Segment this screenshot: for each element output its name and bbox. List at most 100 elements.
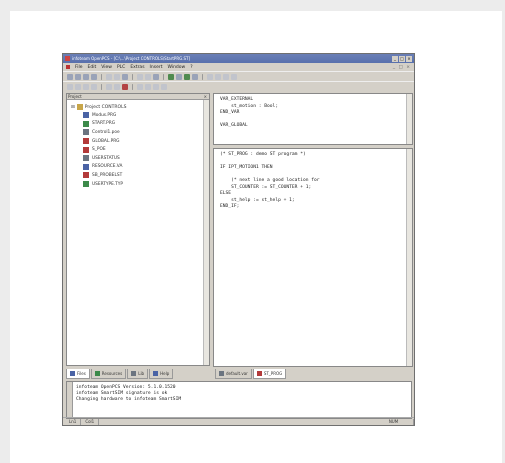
program-icon: [83, 120, 89, 127]
status-bar: Ln1 Col1 NUM: [63, 417, 414, 425]
coil-icon[interactable]: [83, 83, 89, 90]
resource-icon: [83, 129, 89, 136]
tree-item[interactable]: Modus.PRG: [83, 111, 209, 120]
close-button[interactable]: ×: [406, 55, 412, 62]
tree-item[interactable]: SB_PROBELST: [83, 171, 209, 180]
toolbar-main: [63, 71, 414, 81]
open-file-icon[interactable]: [75, 73, 81, 80]
tab-resources[interactable]: Resources: [90, 369, 127, 379]
tab-st-prog[interactable]: ST_PROG: [252, 369, 287, 379]
cut-icon[interactable]: [106, 73, 112, 80]
build-icon[interactable]: [176, 73, 182, 80]
compile-icon[interactable]: [168, 73, 174, 80]
zoom-out-icon[interactable]: [145, 83, 151, 90]
project-panel: Project × ⊟ Project CONTROLS Modus.PRG S…: [66, 93, 210, 366]
code-text[interactable]: (* ST_PROG : demo ST program *) IF IPT_M…: [214, 149, 412, 211]
document-icon: [66, 65, 70, 69]
project-scrollbar[interactable]: [203, 100, 209, 365]
collapse-icon[interactable]: ⊟: [71, 105, 75, 110]
grid-icon[interactable]: [153, 83, 159, 90]
status-col: Col1: [81, 418, 100, 425]
menu-plc[interactable]: PLC: [117, 65, 125, 70]
tree-root[interactable]: ⊟ Project CONTROLS: [71, 103, 209, 111]
minimize-button[interactable]: _: [392, 55, 398, 62]
menu-view[interactable]: View: [101, 65, 112, 70]
project-tree: ⊟ Project CONTROLS Modus.PRG START.PRG C…: [67, 100, 209, 188]
menu-insert[interactable]: Insert: [150, 65, 163, 70]
tab-label: Files: [77, 371, 86, 376]
tree-item[interactable]: GLOBAL.PRG: [83, 137, 209, 146]
monitor-icon[interactable]: [231, 73, 237, 80]
redo-icon[interactable]: [145, 73, 151, 80]
library-icon: [131, 371, 137, 376]
tree-item-label: USERTYPE.TYP: [92, 181, 124, 187]
editor-tabs: default.var ST_PROG: [215, 369, 287, 379]
contact-icon[interactable]: [75, 83, 81, 90]
tree-item[interactable]: USERSTATUS: [83, 154, 209, 163]
tree-item[interactable]: RESOURCE.VA: [83, 163, 209, 172]
tree-item-label: Modus.PRG: [92, 112, 117, 118]
folder-icon: [76, 104, 83, 110]
type-icon: [83, 181, 89, 188]
copy-icon[interactable]: [114, 73, 120, 80]
tab-files[interactable]: Files: [66, 369, 90, 379]
app-window: infoteam OpenPCS - [C:\...\Project CONTR…: [62, 53, 415, 426]
run-icon[interactable]: [184, 73, 190, 80]
menu-extras[interactable]: Extras: [130, 65, 144, 70]
tree-item-label: SB_PROBELST: [92, 172, 123, 178]
output-gutter: [67, 382, 73, 418]
mdi-controls[interactable]: _ □ ×: [393, 65, 411, 70]
status-icon: [83, 155, 89, 162]
status-line: Ln1: [65, 418, 82, 425]
new-file-icon[interactable]: [67, 73, 73, 80]
menu-window[interactable]: Window: [167, 65, 185, 70]
declarations-text[interactable]: VAR_EXTERNAL st_motion : Bool; END_VAR V…: [214, 94, 412, 130]
title-bar: infoteam OpenPCS - [C:\...\Project CONTR…: [63, 54, 414, 63]
tree-root-label: Project CONTROLS: [84, 104, 127, 110]
block-icon[interactable]: [91, 83, 97, 90]
watch-icon[interactable]: [223, 73, 229, 80]
return-icon[interactable]: [114, 83, 120, 90]
declarations-scrollbar[interactable]: [406, 94, 412, 144]
cursor-icon[interactable]: [67, 83, 73, 90]
jump-icon[interactable]: [106, 83, 112, 90]
toolbar-secondary: [63, 81, 414, 91]
tree-item[interactable]: Control1.poe: [83, 128, 209, 137]
tab-help[interactable]: Help: [149, 369, 174, 379]
zoom-in-icon[interactable]: [137, 83, 143, 90]
save-icon[interactable]: [83, 73, 89, 80]
editor-body[interactable]: (* ST_PROG : demo ST program *) IF IPT_M…: [213, 148, 413, 367]
maximize-button[interactable]: □: [399, 55, 405, 62]
project-panel-header: Project ×: [67, 94, 209, 100]
tree-item-label: USERSTATUS: [92, 155, 120, 161]
editor-declarations[interactable]: VAR_EXTERNAL st_motion : Bool; END_VAR V…: [213, 93, 413, 145]
step-icon[interactable]: [207, 73, 213, 80]
output-panel: infoteam OpenPCS Version: 5.1.0.1520 inf…: [66, 381, 412, 419]
find-icon[interactable]: [153, 73, 159, 80]
menu-file[interactable]: File: [75, 65, 83, 70]
tab-label: ST_PROG: [263, 371, 283, 376]
tree-item-label: Control1.poe: [92, 129, 120, 135]
breakpoint-icon[interactable]: [215, 73, 221, 80]
variable-icon[interactable]: [122, 83, 128, 90]
files-icon: [70, 371, 75, 376]
tab-default-var[interactable]: default.var: [215, 369, 252, 379]
menu-help[interactable]: ?: [190, 65, 192, 70]
print-icon[interactable]: [122, 73, 128, 80]
menu-edit[interactable]: Edit: [88, 65, 97, 70]
output-text: infoteam OpenPCS Version: 5.1.0.1520 inf…: [76, 385, 182, 402]
comment-icon[interactable]: [161, 83, 167, 90]
stop-icon[interactable]: [192, 73, 198, 80]
code-scrollbar[interactable]: [406, 149, 412, 366]
tree-item[interactable]: START.PRG: [83, 120, 209, 129]
menu-bar: File Edit View PLC Extras Insert Window …: [63, 63, 414, 71]
undo-icon[interactable]: [137, 73, 143, 80]
tab-lib[interactable]: Lib: [127, 369, 149, 379]
variable-icon: [83, 163, 89, 170]
tab-label: default.var: [226, 371, 248, 376]
save-all-icon[interactable]: [91, 73, 97, 80]
tree-item[interactable]: USERTYPE.TYP: [83, 180, 209, 189]
project-panel-title: Project: [68, 94, 82, 99]
tree-item-label: START.PRG: [92, 121, 116, 127]
tree-item[interactable]: S_POE: [83, 145, 209, 154]
